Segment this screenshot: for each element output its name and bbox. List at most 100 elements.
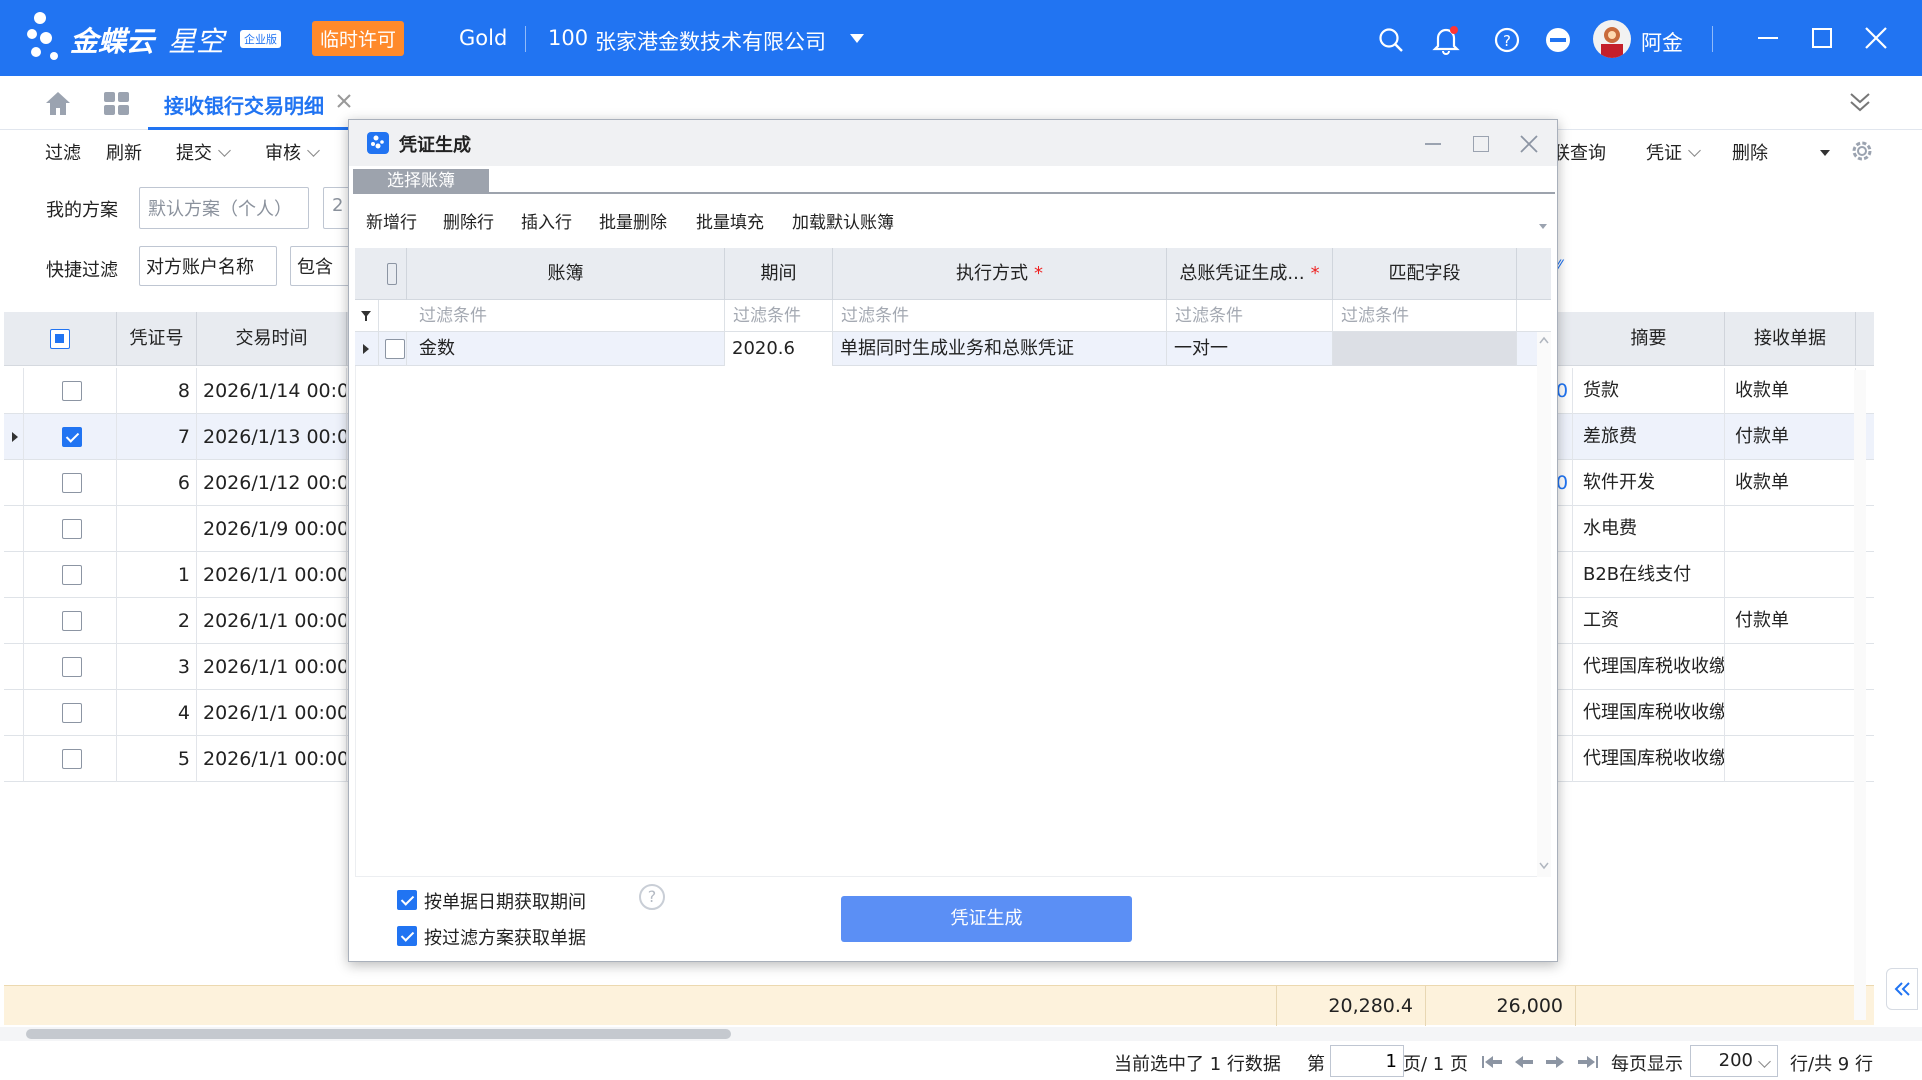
bell-icon[interactable] <box>1432 25 1460 55</box>
side-collapse-button[interactable] <box>1886 968 1918 1010</box>
org-dropdown-icon[interactable] <box>850 34 864 43</box>
tab-close-icon[interactable] <box>336 93 352 109</box>
batch-delete-button[interactable]: 批量删除 <box>599 208 667 233</box>
cell-receive-doc[interactable]: 收款单 <box>1725 368 1856 414</box>
cell-time[interactable]: 2026/1/1 00:00:0 <box>197 644 347 690</box>
cell-voucher-no[interactable]: 4 <box>117 690 197 736</box>
header-period[interactable]: 期间 <box>725 248 833 300</box>
more-dropdown-icon[interactable] <box>1820 150 1830 156</box>
cell-time[interactable]: 2026/1/1 00:00:0 <box>197 690 347 736</box>
license-badge[interactable]: 临时许可 <box>312 21 405 56</box>
cell-summary[interactable]: 水电费 <box>1573 506 1725 552</box>
quick-filter-field-select[interactable]: 对方账户名称 <box>139 246 277 286</box>
cell-summary[interactable]: B2B在线支付 <box>1573 552 1725 598</box>
refresh-button[interactable]: 刷新 <box>106 139 142 165</box>
tab-select-book[interactable]: 选择账簿 <box>353 169 489 194</box>
header-book[interactable]: 账簿 <box>407 248 725 300</box>
submit-button[interactable]: 提交 <box>176 139 231 165</box>
cell-voucher-no[interactable]: 1 <box>117 552 197 598</box>
cell-voucher-no[interactable]: 3 <box>117 644 197 690</box>
cell-receive-doc[interactable] <box>1725 690 1856 736</box>
row-checkbox[interactable] <box>62 703 82 723</box>
header-time[interactable]: 交易时间 <box>197 312 347 366</box>
vertical-scrollbar[interactable] <box>1854 370 1866 1020</box>
row-checkbox[interactable] <box>62 473 82 493</box>
dialog-minimize-icon[interactable] <box>1425 143 1441 145</box>
cell-summary[interactable]: 代理国库税收收缴 <box>1573 736 1725 782</box>
dialog-close-icon[interactable] <box>1520 135 1538 153</box>
cell-receive-doc[interactable] <box>1725 644 1856 690</box>
cell-gl[interactable]: 一对一 <box>1167 332 1333 366</box>
insert-row-button[interactable]: 插入行 <box>521 208 572 233</box>
row-checkbox[interactable] <box>62 565 82 585</box>
header-select-all[interactable] <box>4 312 117 366</box>
filter-period[interactable]: 过滤条件 <box>725 300 833 332</box>
dialog-vertical-scrollbar[interactable] <box>1537 332 1551 877</box>
cell-summary[interactable]: 工资 <box>1573 598 1725 644</box>
cell-voucher-no[interactable]: 8 <box>117 368 197 414</box>
scroll-up-icon[interactable] <box>1539 336 1549 344</box>
org-name[interactable]: 张家港金数技术有限公司 <box>595 26 826 56</box>
filter-gl[interactable]: 过滤条件 <box>1167 300 1333 332</box>
filter-button[interactable]: 过滤 <box>45 139 81 165</box>
cell-voucher-no[interactable]: 6 <box>117 460 197 506</box>
cell-voucher-no[interactable]: 7 <box>117 414 197 460</box>
cell-mode[interactable]: 单据同时生成业务和总账凭证 <box>833 332 1167 366</box>
next-page-icon[interactable] <box>1546 1056 1564 1068</box>
by-filter-label[interactable]: 按过滤方案获取单据 <box>424 924 586 950</box>
last-page-icon[interactable] <box>1578 1056 1598 1068</box>
maximize-icon[interactable] <box>1812 28 1832 48</box>
cell-time[interactable]: 2026/1/14 00:00 <box>197 368 347 414</box>
cell-time[interactable]: 2026/1/9 00:00:0 <box>197 506 347 552</box>
cell-period[interactable]: 2020.6 <box>725 332 833 366</box>
header-select-all[interactable] <box>355 248 407 300</box>
toolbar-overflow-icon[interactable] <box>1539 224 1547 229</box>
header-voucher-no[interactable]: 凭证号 <box>117 312 197 366</box>
search-icon[interactable] <box>1378 27 1404 53</box>
minimize-icon[interactable] <box>1758 37 1778 39</box>
minus-circle-icon[interactable] <box>1545 27 1571 53</box>
cell-book[interactable]: 金数 <box>407 332 725 366</box>
filter-book[interactable]: 过滤条件 <box>407 300 725 332</box>
cell-receive-doc[interactable] <box>1725 736 1856 782</box>
filter-mode[interactable]: 过滤条件 <box>833 300 1167 332</box>
load-default-books-button[interactable]: 加载默认账簿 <box>792 208 894 233</box>
row-checkbox[interactable] <box>62 657 82 677</box>
cell-match[interactable] <box>1333 332 1517 366</box>
delete-row-button[interactable]: 删除行 <box>443 208 494 233</box>
generate-voucher-button[interactable]: 凭证生成 <box>841 896 1132 942</box>
cell-receive-doc[interactable] <box>1725 506 1856 552</box>
batch-fill-button[interactable]: 批量填充 <box>696 208 764 233</box>
add-row-button[interactable]: 新增行 <box>366 208 417 233</box>
row-checkbox[interactable] <box>62 519 82 539</box>
row-checkbox[interactable] <box>385 339 405 359</box>
cell-voucher-no[interactable] <box>117 506 197 552</box>
first-page-icon[interactable] <box>1482 1056 1502 1068</box>
page-number-input[interactable] <box>1330 1045 1404 1077</box>
header-match-field[interactable]: 匹配字段 <box>1333 248 1517 300</box>
row-checkbox[interactable] <box>62 611 82 631</box>
header-summary[interactable]: 摘要 <box>1573 312 1725 366</box>
scrollbar-thumb[interactable] <box>26 1029 731 1039</box>
header-receive-doc[interactable]: 接收单据 <box>1725 312 1856 366</box>
avatar[interactable] <box>1593 20 1631 58</box>
close-icon[interactable] <box>1864 26 1888 50</box>
cell-summary[interactable]: 差旅费 <box>1573 414 1725 460</box>
cell-time[interactable]: 2026/1/1 00:00:0 <box>197 552 347 598</box>
row-checkbox[interactable] <box>62 381 82 401</box>
cell-summary[interactable]: 软件开发 <box>1573 460 1725 506</box>
row-checkbox[interactable] <box>62 749 82 769</box>
header-mode[interactable]: 执行方式 * <box>833 248 1167 300</box>
scheme-default-button[interactable]: 默认方案（个人） <box>139 187 309 229</box>
header-gl-voucher[interactable]: 总账凭证生成... * <box>1167 248 1333 300</box>
select-all-checkbox[interactable] <box>50 329 70 349</box>
cell-summary[interactable]: 代理国库税收收缴 <box>1573 690 1725 736</box>
by-filter-checkbox[interactable] <box>397 926 417 946</box>
cell-time[interactable]: 2026/1/1 00:00:0 <box>197 736 347 782</box>
cell-summary[interactable]: 代理国库税收收缴 <box>1573 644 1725 690</box>
cell-voucher-no[interactable]: 5 <box>117 736 197 782</box>
period-by-date-checkbox[interactable] <box>397 890 417 910</box>
horizontal-scrollbar[interactable] <box>0 1027 1922 1041</box>
org-code[interactable]: 100 <box>548 26 588 50</box>
cell-time[interactable]: 2026/1/1 00:00:0 <box>197 598 347 644</box>
